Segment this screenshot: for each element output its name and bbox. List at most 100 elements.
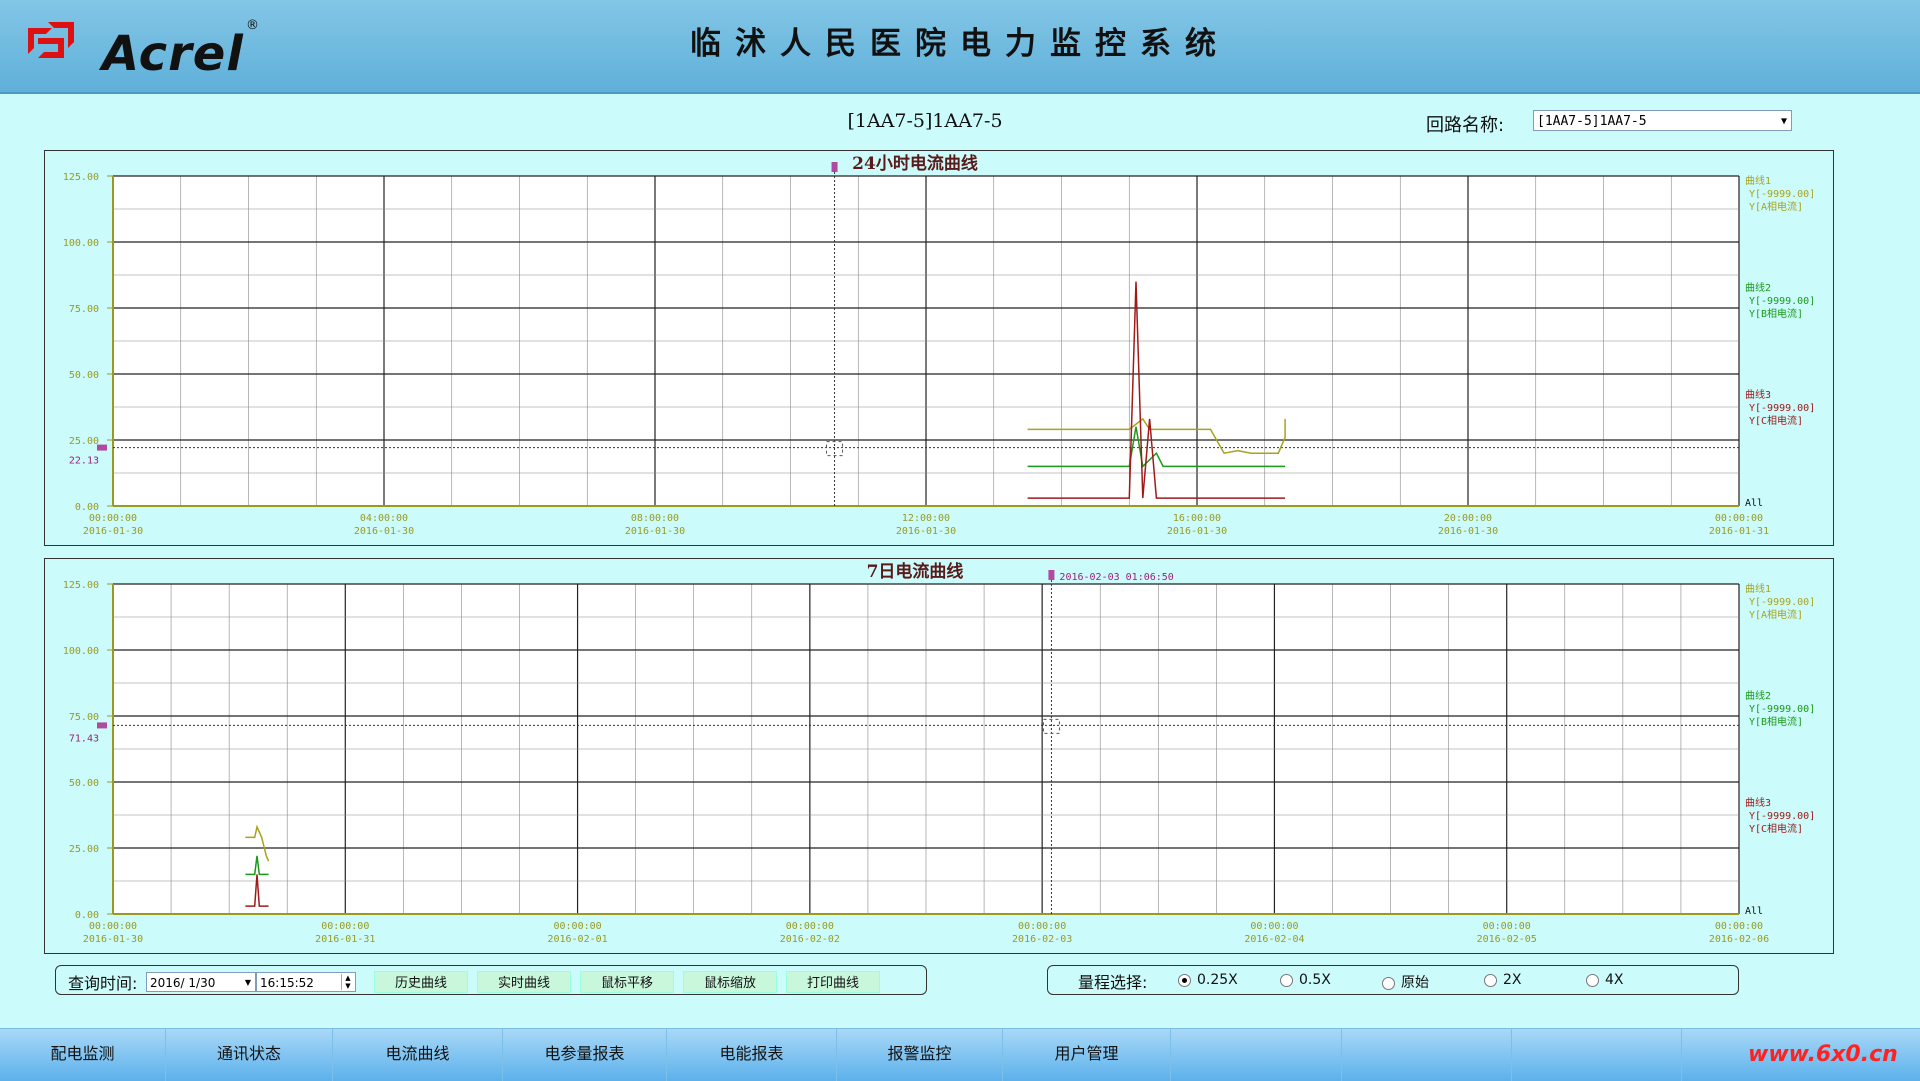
radio-icon[interactable] xyxy=(1382,976,1395,990)
x-tick-date: 2016-01-31 xyxy=(315,934,375,945)
radio-selected-icon[interactable] xyxy=(1178,973,1191,987)
time-spinner[interactable]: ▲ ▼ xyxy=(341,974,354,990)
chevron-down-icon[interactable]: ▼ xyxy=(245,973,251,993)
range-option-label: 4X xyxy=(1605,972,1624,988)
x-tick-date: 2016-01-30 xyxy=(1438,526,1498,537)
chart-7d-panel[interactable]: 125.00 100.00 75.00 50.00 25.00 0.00 00:00:00 2… xyxy=(44,558,1834,954)
legend-description: Y[C相电流] xyxy=(1749,414,1803,427)
legend-all-label: All xyxy=(1745,498,1763,509)
watermark: www.6x0.cn xyxy=(1748,1042,1898,1067)
x-tick-date: 2016-01-30 xyxy=(896,526,956,537)
x-tick-date: 2016-02-06 xyxy=(1709,934,1769,945)
y-tick-label: 125.00 xyxy=(63,580,99,591)
legend-description: Y[B相电流] xyxy=(1749,715,1803,728)
legend-name: 曲线2 xyxy=(1745,689,1771,702)
x-tick-time: 16:00:00 xyxy=(1173,513,1221,524)
legend-name: 曲线1 xyxy=(1745,174,1771,187)
range-option-original[interactable]: 原始 xyxy=(1382,972,1429,992)
x-tick-time: 04:00:00 xyxy=(360,513,408,524)
y-tick-label: 75.00 xyxy=(69,304,99,315)
legend-description: Y[C相电流] xyxy=(1749,822,1803,835)
chart-7d[interactable]: 125.00100.0075.0050.0025.000.0000:00:002… xyxy=(45,559,1835,955)
y-tick-label: 100.00 xyxy=(63,646,99,657)
x-tick-time: 00:00:00 xyxy=(1715,921,1763,932)
y-tick-label: 50.00 xyxy=(69,370,99,381)
header-bar: Acrel ® 临沭人民医院电力监控系统 xyxy=(0,0,1920,94)
y-tick-label: 50.00 xyxy=(69,778,99,789)
legend-y-value: Y[-9999.00] xyxy=(1749,704,1815,715)
loop-title: [1AA7-5]1AA7-5 xyxy=(847,110,1003,132)
nav-energy-report[interactable]: 电能报表 xyxy=(667,1029,837,1081)
x-cursor-marker xyxy=(831,162,838,172)
y-cursor-value: 71.43 xyxy=(69,733,99,744)
query-group: 查询时间: 2016/ 1/30 ▼ 16:15:52 ▲ ▼ 历史曲线 实时曲线… xyxy=(55,965,927,995)
x-tick-time: 00:00:00 xyxy=(786,921,834,932)
x-tick-time: 00:00:00 xyxy=(1018,921,1066,932)
legend-all-label: All xyxy=(1745,906,1763,917)
radio-icon[interactable] xyxy=(1484,973,1497,987)
x-tick-date: 2016-02-03 xyxy=(1012,934,1072,945)
query-time-value: 16:15:52 xyxy=(260,976,314,990)
nav-empty-slot xyxy=(1342,1029,1512,1081)
bottom-nav: 配电监测 通讯状态 电流曲线 电参量报表 电能报表 报警监控 用户管理 xyxy=(0,1028,1920,1081)
x-tick-time: 00:00:00 xyxy=(89,921,137,932)
nav-alarm-monitor[interactable]: 报警监控 xyxy=(837,1029,1003,1081)
nav-distribution-monitor[interactable]: 配电监测 xyxy=(0,1029,166,1081)
x-tick-time: 00:00:00 xyxy=(1250,921,1298,932)
chevron-down-icon[interactable]: ▼ xyxy=(1781,111,1787,132)
chart-24h-panel[interactable]: 125.00 100.00 75.00 50.00 25.00 0.00 00:00:00 2… xyxy=(44,150,1834,546)
y-tick-label: 0.00 xyxy=(75,502,99,513)
x-tick-date: 2016-02-01 xyxy=(547,934,607,945)
legend-name: 曲线1 xyxy=(1745,582,1771,595)
legend-name: 曲线2 xyxy=(1745,281,1771,294)
nav-param-report[interactable]: 电参量报表 xyxy=(503,1029,667,1081)
y-cursor-marker xyxy=(97,444,107,451)
range-option-0-25x[interactable]: 0.25X xyxy=(1178,972,1238,988)
y-cursor-value: 22.13 xyxy=(69,456,99,467)
range-option-label: 0.5X xyxy=(1299,972,1331,988)
x-tick-time: 08:00:00 xyxy=(631,513,679,524)
x-tick-time: 12:00:00 xyxy=(902,513,950,524)
mouse-zoom-button[interactable]: 鼠标缩放 xyxy=(683,971,777,993)
nav-empty-slot xyxy=(1512,1029,1682,1081)
history-curve-button[interactable]: 历史曲线 xyxy=(374,971,468,993)
nav-current-curve[interactable]: 电流曲线 xyxy=(333,1029,503,1081)
print-curve-button[interactable]: 打印曲线 xyxy=(786,971,880,993)
realtime-curve-button[interactable]: 实时曲线 xyxy=(477,971,571,993)
y-tick-label: 125.00 xyxy=(63,172,99,183)
x-tick-date: 2016-01-30 xyxy=(354,526,414,537)
cursor-time-label: 2016-02-03 01:06:50 xyxy=(1059,572,1173,583)
x-tick-date: 2016-01-30 xyxy=(83,934,143,945)
nav-user-management[interactable]: 用户管理 xyxy=(1003,1029,1171,1081)
range-group: 量程选择: 0.25X 0.5X 原始 2X 4X xyxy=(1047,965,1739,995)
mouse-pan-button[interactable]: 鼠标平移 xyxy=(580,971,674,993)
y-cursor-marker xyxy=(97,722,107,729)
nav-comm-status[interactable]: 通讯状态 xyxy=(166,1029,333,1081)
chart-24h[interactable]: 125.00 100.00 75.00 50.00 25.00 0.00 00:00:00 2… xyxy=(45,151,1835,547)
y-tick-label: 25.00 xyxy=(69,844,99,855)
query-time-input[interactable]: 16:15:52 ▲ ▼ xyxy=(256,972,356,992)
loop-name-label: 回路名称: xyxy=(1426,115,1505,136)
legend-y-value: Y[-9999.00] xyxy=(1749,597,1815,608)
x-tick-date: 2016-01-30 xyxy=(625,526,685,537)
y-tick-label: 0.00 xyxy=(75,910,99,921)
x-tick-date: 2016-02-04 xyxy=(1244,934,1304,945)
chart-title: 7日电流曲线 xyxy=(867,561,964,582)
radio-icon[interactable] xyxy=(1586,973,1599,987)
range-option-label: 原始 xyxy=(1401,975,1429,991)
range-option-0-5x[interactable]: 0.5X xyxy=(1280,972,1331,988)
range-option-label: 2X xyxy=(1503,972,1522,988)
x-tick-date: 2016-02-05 xyxy=(1477,934,1537,945)
x-tick-time: 00:00:00 xyxy=(1715,513,1763,524)
legend-y-value: Y[-9999.00] xyxy=(1749,403,1815,414)
x-tick-date: 2016-01-30 xyxy=(1167,526,1227,537)
range-option-4x[interactable]: 4X xyxy=(1586,972,1624,988)
range-option-label: 0.25X xyxy=(1197,972,1238,988)
y-tick-label: 25.00 xyxy=(69,436,99,447)
y-tick-label: 100.00 xyxy=(63,238,99,249)
query-date-picker[interactable]: 2016/ 1/30 ▼ xyxy=(146,972,256,992)
loop-select-value: [1AA7-5]1AA7-5 xyxy=(1537,114,1647,129)
loop-select[interactable]: [1AA7-5]1AA7-5 ▼ xyxy=(1533,110,1792,131)
range-option-2x[interactable]: 2X xyxy=(1484,972,1522,988)
radio-icon[interactable] xyxy=(1280,973,1293,987)
